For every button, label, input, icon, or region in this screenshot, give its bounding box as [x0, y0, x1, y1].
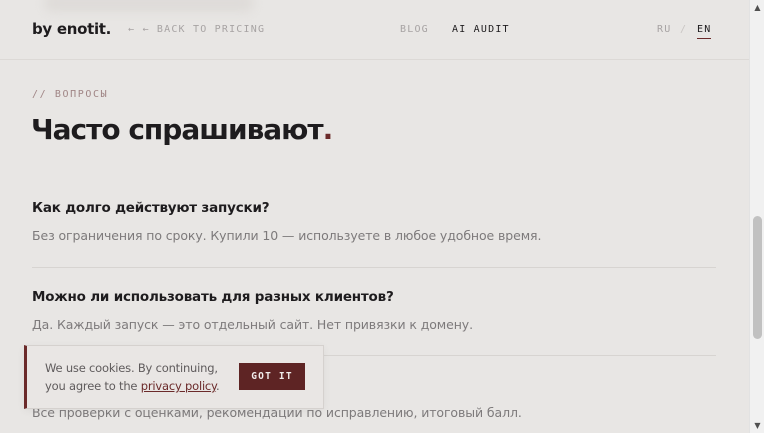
nav-shadow [44, 0, 254, 12]
lang-en-button[interactable]: EN [697, 24, 712, 39]
cookie-text: We use cookies. By continuing, you agree… [45, 359, 235, 395]
page: by enotit. ← ← BACK TO PRICING BLOG AI A… [0, 0, 749, 433]
page-scrollbar[interactable]: ▲ ▼ [749, 0, 764, 433]
faq-question[interactable]: Можно ли использовать для разных клиенто… [32, 289, 716, 305]
back-to-pricing-link[interactable]: ← ← BACK TO PRICING [128, 24, 265, 35]
section-title-dot: . [322, 113, 334, 146]
lang-ru-button[interactable]: RU [657, 24, 671, 35]
privacy-policy-link[interactable]: privacy policy [141, 379, 216, 393]
faq-answer: Да. Каждый запуск — это отдельный сайт. … [32, 317, 473, 332]
cookie-text-after: . [216, 379, 220, 393]
triangle-up-icon[interactable]: ▲ [753, 3, 762, 12]
nav-link-ai-audit[interactable]: AI AUDIT [452, 24, 510, 35]
faq-answer: Без ограничения по сроку. Купили 10 — ис… [32, 228, 542, 243]
cookie-accept-button[interactable]: GOT IT [239, 363, 305, 390]
section-title: Часто спрашивают. [31, 113, 334, 146]
scrollbar-thumb[interactable] [753, 216, 762, 339]
faq-item[interactable]: Как долго действуют запуски? Без огранич… [32, 200, 716, 243]
faq-item[interactable]: Можно ли использовать для разных клиенто… [32, 289, 716, 332]
nav-link-blog[interactable]: BLOG [400, 24, 429, 35]
triangle-down-icon[interactable]: ▼ [753, 421, 762, 430]
faq-question[interactable]: Как долго действуют запуски? [32, 200, 716, 216]
section-title-text: Часто спрашивают [31, 113, 324, 146]
section-eyebrow: // ВОПРОСЫ [32, 89, 109, 100]
logo[interactable]: by enotit. [32, 20, 111, 38]
faq-divider [32, 267, 716, 268]
top-nav: by enotit. ← ← BACK TO PRICING BLOG AI A… [0, 0, 749, 60]
lang-separator: / [680, 24, 687, 35]
cookie-banner: We use cookies. By continuing, you agree… [24, 345, 324, 409]
